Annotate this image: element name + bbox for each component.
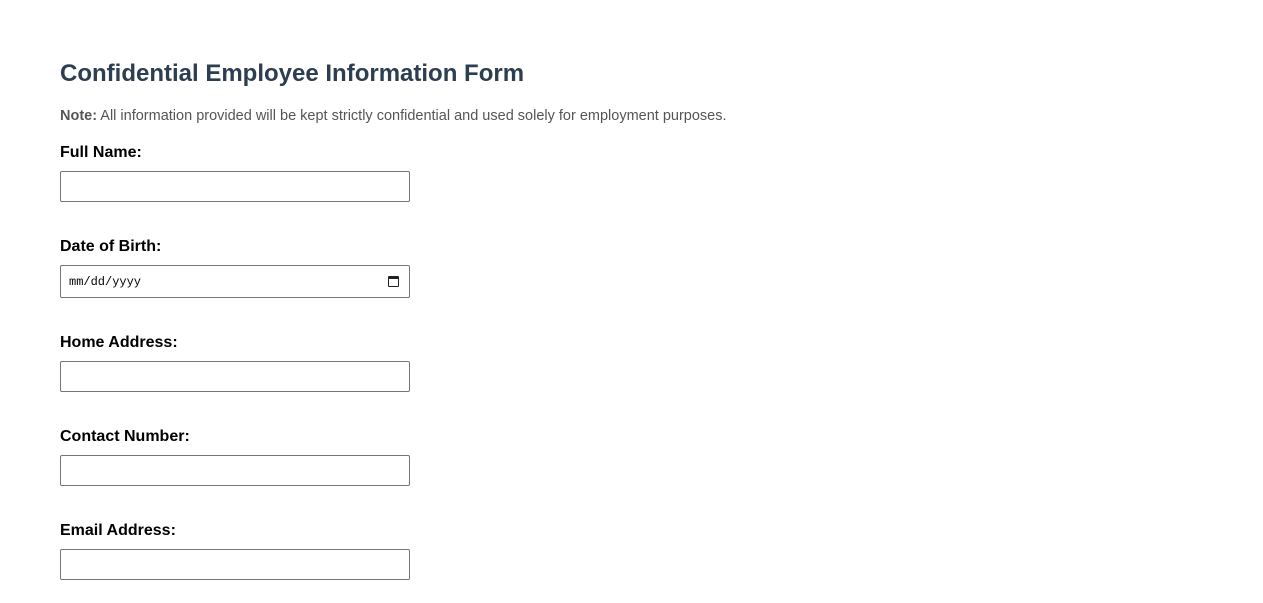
page-title: Confidential Employee Information Form xyxy=(60,60,525,87)
date-placeholder: mm/dd/yyyy xyxy=(69,274,142,289)
note-text: All information provided will be kept st… xyxy=(97,108,727,124)
date-of-birth-input[interactable]: mm/dd/yyyy xyxy=(60,265,410,298)
home-address-label: Home Address: xyxy=(60,334,178,351)
full-name-input[interactable] xyxy=(60,171,410,202)
contact-number-label: Contact Number: xyxy=(60,428,190,445)
contact-number-input[interactable] xyxy=(60,455,410,486)
full-name-label: Full Name: xyxy=(60,144,142,161)
calendar-icon[interactable] xyxy=(388,276,399,287)
date-of-birth-label: Date of Birth: xyxy=(60,238,162,255)
email-address-input[interactable] xyxy=(60,549,410,580)
note-label: Note: xyxy=(60,108,98,124)
home-address-input[interactable] xyxy=(60,361,410,392)
email-address-label: Email Address: xyxy=(60,522,176,539)
confidentiality-note: Note: All information provided will be k… xyxy=(60,108,727,124)
